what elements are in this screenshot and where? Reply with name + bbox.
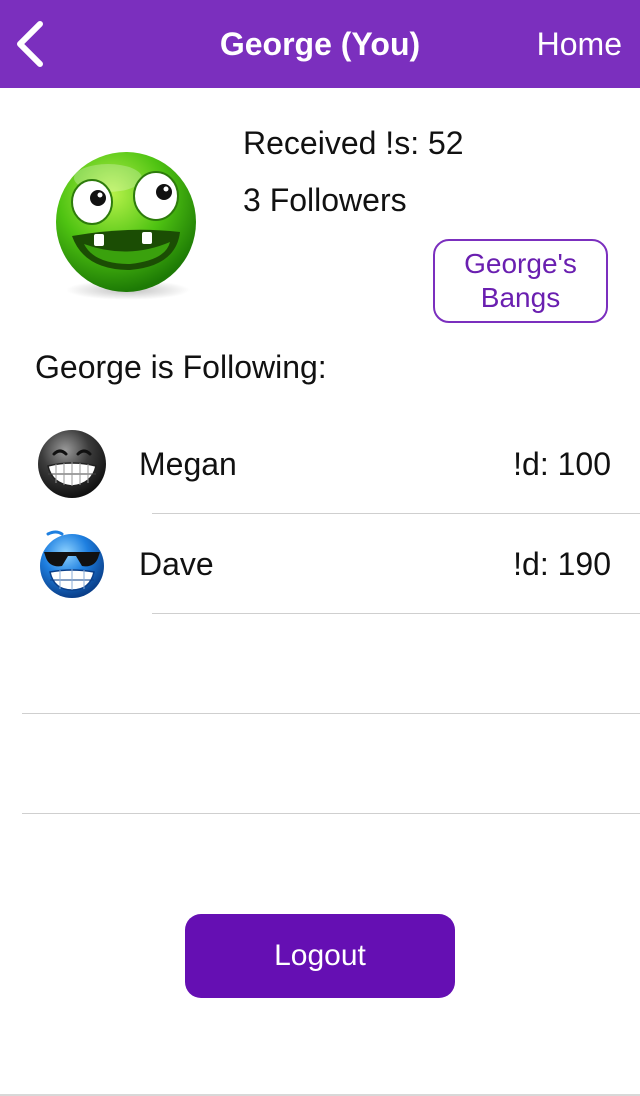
following-count: !d: 190 [513,546,611,582]
black-grinning-smiley-avatar [38,430,106,498]
home-button[interactable]: Home [537,0,622,88]
back-button[interactable] [10,18,54,70]
empty-list-row [0,714,640,814]
row-divider [22,813,640,814]
navigation-bar: George (You) Home [0,0,640,88]
followers-count: 3 Followers [243,182,407,218]
following-list: Megan !d: 100 Dave !d: 190 [0,414,640,814]
following-heading: George is Following: [35,349,327,385]
logout-button[interactable]: Logout [185,914,455,998]
blue-sunglasses-smiley-avatar [40,530,104,598]
following-count: !d: 100 [513,446,611,482]
following-name: Dave [139,546,214,582]
bangs-button[interactable]: George's Bangs [433,239,608,323]
bangs-button-label-line1: George's [464,248,577,279]
chevron-left-icon [17,21,43,67]
list-item[interactable]: Dave !d: 190 [0,514,640,614]
list-item[interactable]: Megan !d: 100 [0,414,640,514]
profile-avatar [56,152,196,300]
received-count: Received !s: 52 [243,125,464,161]
empty-list-row [0,614,640,714]
bangs-button-label-line2: Bangs [480,282,561,313]
following-name: Megan [139,446,237,482]
